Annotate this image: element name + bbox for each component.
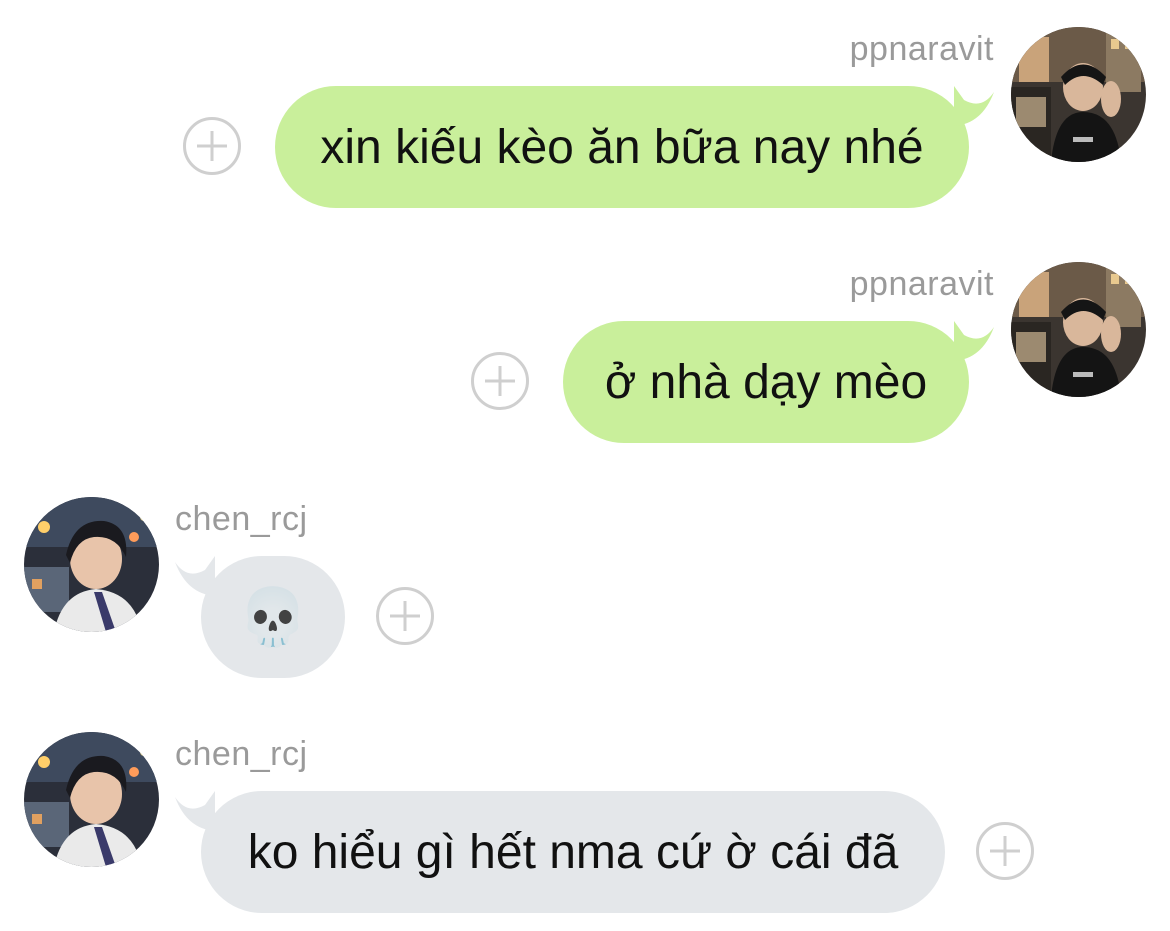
add-reaction-icon[interactable] (471, 352, 529, 410)
message-text: ở nhà dạy mèo (604, 355, 928, 409)
sender-name: ppnaravit (849, 265, 994, 303)
sender-name: chen_rcj (175, 735, 308, 773)
sender-name: ppnaravit (849, 30, 994, 68)
skull-emoji: 💀 (238, 585, 308, 648)
avatar[interactable] (1011, 27, 1146, 162)
avatar-chen_rcj-image (24, 497, 159, 632)
message-bubble[interactable]: ko hiểu gì hết nma cứ ờ cái đã (201, 791, 945, 913)
add-reaction-icon[interactable] (376, 587, 434, 645)
avatar-chen_rcj-image (24, 732, 159, 867)
bubble-tail (954, 321, 994, 361)
message-text: ko hiểu gì hết nma cứ ờ cái đã (247, 825, 899, 879)
sender-name: chen_rcj (175, 500, 308, 538)
add-reaction-icon[interactable] (183, 117, 241, 175)
add-reaction-icon[interactable] (976, 822, 1034, 880)
message-bubble[interactable]: ở nhà dạy mèo (563, 321, 969, 443)
avatar-ppnaravit-image (1011, 27, 1146, 162)
message-bubble[interactable]: xin kiếu kèo ăn bữa nay nhé (275, 86, 969, 208)
message-bubble[interactable]: 💀 (201, 556, 345, 678)
message-text: xin kiếu kèo ăn bữa nay nhé (320, 120, 924, 174)
avatar[interactable] (24, 732, 159, 867)
avatar[interactable] (24, 497, 159, 632)
bubble-tail (954, 86, 994, 126)
avatar-ppnaravit-image (1011, 262, 1146, 397)
avatar[interactable] (1011, 262, 1146, 397)
